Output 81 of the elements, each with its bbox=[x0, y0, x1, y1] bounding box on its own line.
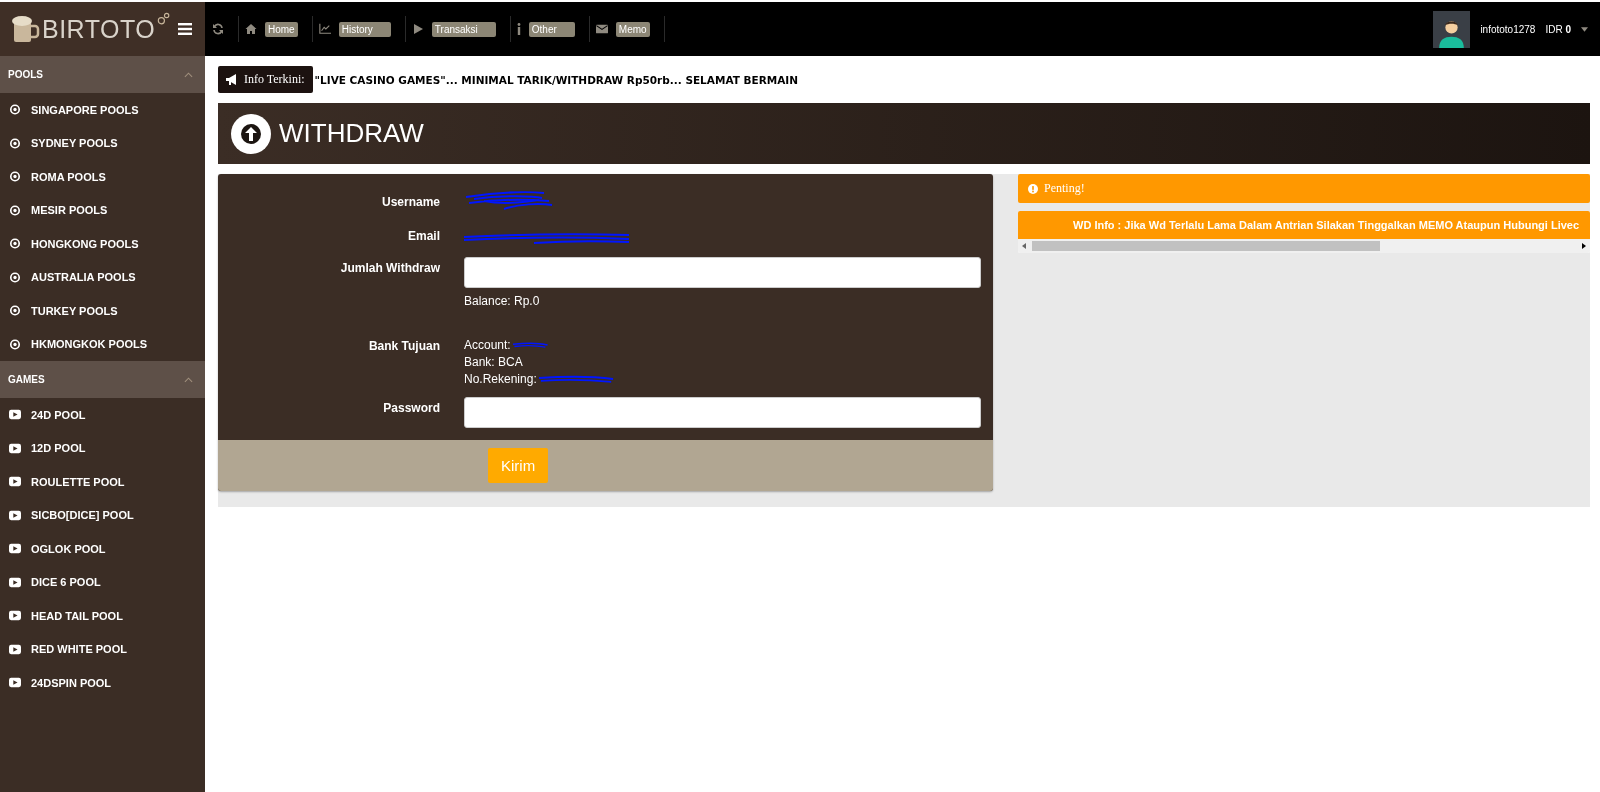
sidebar-item[interactable]: ROMA POOLS bbox=[0, 160, 205, 194]
play-icon bbox=[9, 576, 21, 588]
username[interactable]: infototo1278 bbox=[1480, 23, 1536, 35]
play-icon bbox=[9, 409, 21, 421]
sidebar-item[interactable]: 24DSPIN POOL bbox=[0, 666, 205, 700]
sidebar-item[interactable]: DICE 6 POOL bbox=[0, 565, 205, 599]
sidebar-item[interactable]: HEAD TAIL POOL bbox=[0, 599, 205, 633]
logo-text: BIRTOTO bbox=[42, 14, 156, 44]
sidebar-item[interactable]: SYDNEY POOLS bbox=[0, 126, 205, 160]
account-number-label: No.Rekening: bbox=[464, 372, 537, 387]
play-icon bbox=[9, 677, 21, 689]
target-icon bbox=[9, 204, 21, 216]
line-chart-icon bbox=[318, 23, 331, 35]
sidebar-item[interactable]: ROULETTE POOL bbox=[0, 465, 205, 499]
menu-icon[interactable] bbox=[178, 23, 192, 35]
target-icon bbox=[9, 338, 21, 350]
section-header[interactable]: POOLS bbox=[0, 56, 205, 93]
target-icon bbox=[9, 171, 21, 183]
nav-link[interactable]: Memo bbox=[615, 21, 650, 37]
ticker-label-text: Info Terkini: bbox=[244, 72, 305, 87]
amount-field[interactable] bbox=[464, 257, 981, 288]
nav-link[interactable]: Home bbox=[265, 21, 298, 37]
password-field[interactable] bbox=[464, 397, 981, 428]
sidebar-item[interactable]: OGLOK POOL bbox=[0, 532, 205, 566]
megaphone-icon bbox=[226, 74, 238, 85]
target-icon bbox=[9, 305, 21, 317]
sidebar-item[interactable]: 24D POOL bbox=[0, 398, 205, 432]
marquee-text: WD Info : Jika Wd Terlalu Lama Dalam Antrian Silakan Tinggalkan MEMO Ataupun Hubungi Livec bbox=[1018, 211, 1590, 239]
play-icon bbox=[9, 476, 21, 488]
sidebar-item[interactable]: SINGAPORE POOLS bbox=[0, 93, 205, 127]
sidebar-item[interactable]: HKMONGKOK POOLS bbox=[0, 327, 205, 361]
exclamation-icon bbox=[1028, 183, 1038, 194]
form-label: Email bbox=[407, 228, 441, 245]
nav-link[interactable]: Transaksi bbox=[431, 21, 496, 37]
target-icon bbox=[9, 104, 21, 116]
play-icon bbox=[411, 23, 424, 35]
beer-mug-icon bbox=[10, 14, 40, 44]
sidebar-item[interactable]: HONGKONG POOLS bbox=[0, 227, 205, 261]
sidebar-item[interactable]: TURKEY POOLS bbox=[0, 294, 205, 328]
form-label: Password bbox=[382, 400, 441, 417]
avatar-icon[interactable] bbox=[1433, 10, 1471, 48]
sidebar-item[interactable]: AUSTRALIA POOLS bbox=[0, 260, 205, 294]
ticker-text: "LIVE CASINO GAMES"... MINIMAL TARIK/WITHDRAW Rp50rb... SELAMAT BERMAIN bbox=[314, 73, 799, 86]
section-header[interactable]: GAMES bbox=[0, 361, 205, 398]
play-icon bbox=[9, 442, 21, 454]
target-icon bbox=[9, 271, 21, 283]
play-icon bbox=[9, 643, 21, 655]
alert-title: Penting! bbox=[1044, 181, 1085, 196]
logo[interactable]: BIRTOTO bbox=[0, 2, 205, 56]
arrow-right-icon[interactable] bbox=[1582, 243, 1586, 249]
sidebar-item[interactable]: SICBO[DICE] POOL bbox=[0, 498, 205, 532]
sidebar-item[interactable]: MESIR POOLS bbox=[0, 193, 205, 227]
balance-label: IDR 0 bbox=[1545, 23, 1571, 35]
sidebar-item[interactable]: RED WHITE POOL bbox=[0, 632, 205, 666]
play-icon bbox=[9, 610, 21, 622]
target-icon bbox=[9, 238, 21, 250]
form-label: Username bbox=[380, 194, 441, 211]
form-label: Bank Tujuan bbox=[367, 338, 441, 355]
arrow-left-icon[interactable] bbox=[1022, 243, 1026, 249]
upload-icon bbox=[231, 113, 271, 154]
bank-name: Bank: BCA bbox=[464, 355, 524, 370]
page-title: WITHDRAW bbox=[279, 118, 424, 149]
caret-icon[interactable] bbox=[1581, 26, 1588, 32]
nav-link[interactable]: Other bbox=[528, 21, 575, 37]
scrollbar[interactable] bbox=[1018, 239, 1590, 253]
mail-icon bbox=[595, 23, 608, 35]
section-title: POOLS bbox=[8, 69, 43, 80]
nav-link[interactable]: History bbox=[338, 21, 391, 37]
account-label: Account: bbox=[464, 338, 511, 353]
form-label: Jumlah Withdraw bbox=[339, 260, 441, 277]
sidebar-item[interactable]: 12D POOL bbox=[0, 431, 205, 465]
balance-text: Balance: Rp.0 bbox=[464, 294, 541, 309]
info-icon bbox=[516, 23, 521, 35]
play-icon bbox=[9, 509, 21, 521]
play-icon bbox=[9, 543, 21, 555]
scrollbar-thumb[interactable] bbox=[1032, 241, 1381, 251]
section-title: GAMES bbox=[8, 374, 45, 385]
home-icon bbox=[245, 23, 257, 35]
target-icon bbox=[9, 137, 21, 149]
refresh-icon[interactable] bbox=[212, 23, 224, 35]
bubbles-icon bbox=[157, 12, 172, 26]
